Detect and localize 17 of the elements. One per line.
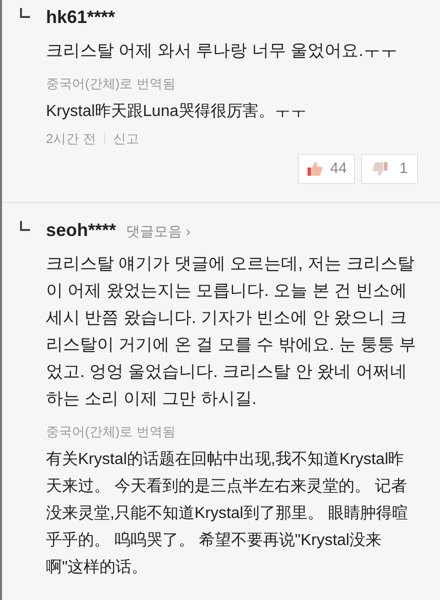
translated-text: 有关Krystal的话题在回帖中出现,我不知道Krystal昨天来过。 今天看到的是三点半左右来灵堂的。 记者没来灵堂,只能不知道Krystal到了那里。 眼睛肿得暄乎乎的。 呜呜哭了。 希望不要再说"Krystal没来啊"这样的话。 (46, 450, 409, 578)
username[interactable]: hk61**** (46, 4, 116, 31)
translation-label: 중국어(간체)로 번역됨 (46, 75, 176, 93)
translation-label: 중국어(간체)로 번역됨 (46, 423, 176, 441)
comment-text: 크리스탈 얘기가 댓글에 오르는데, 저는 크리스탈이 어제 왔었는지는 모릅니다. 오늘 본 건 빈소에 세시 반쯤 왔습니다. 기자가 빈소에 안 왔으니 크리스탈이 거기에 온 걸 모를 수 밖에요. 눈 퉁퉁 부었고. 엉엉 울었습니다. 크리스탈 안 왔네 어쩌네 하는 소리 이제 그만 하시길. (46, 253, 418, 410)
comment-text: 크리스탈 어제 와서 루나랑 너무 울었어요.ㅜㅜ (46, 40, 398, 62)
reply-marker-icon (20, 221, 30, 231)
timestamp: 2시간 전 (46, 130, 96, 148)
thumbs-up-icon (306, 160, 324, 178)
translated-text: Krystal昨天跟Luna哭得很厉害。ㅜㅜ (46, 102, 308, 122)
dislike-button[interactable]: 1 (361, 154, 418, 184)
comment-collection-link[interactable]: 댓글모음 › (126, 221, 191, 242)
reply-marker-icon (20, 8, 30, 18)
like-button[interactable]: 44 (298, 154, 355, 184)
report-link[interactable]: 신고 (112, 128, 139, 148)
username[interactable]: seoh**** (46, 217, 116, 244)
thumbs-down-icon (371, 160, 390, 178)
